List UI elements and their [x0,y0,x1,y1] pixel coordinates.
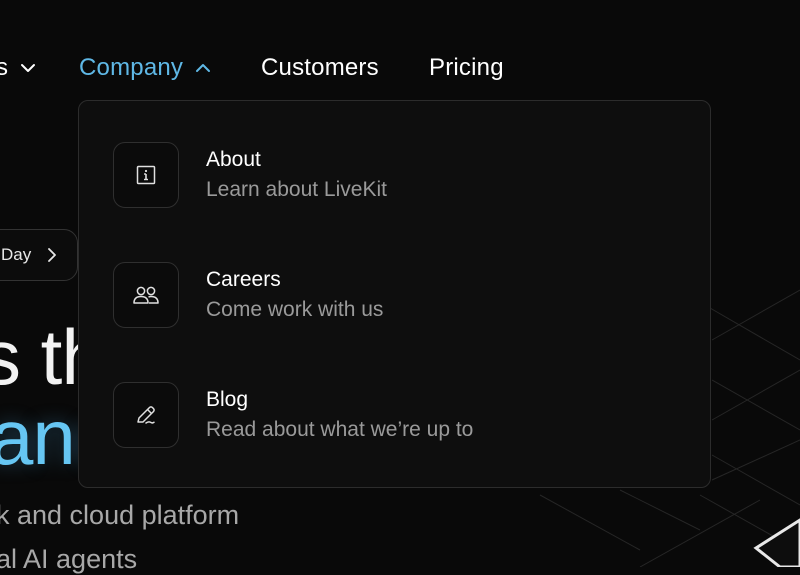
chevron-up-icon [196,64,211,72]
menu-item-blog[interactable]: Blog Read about what we’re up to [113,381,673,449]
nav-item-company[interactable]: Company [79,54,211,82]
menu-item-title: Blog [206,388,249,411]
top-navigation: s Company Customers Pricing [0,0,800,100]
info-icon [113,142,179,208]
menu-item-description: Come work with us [206,298,384,321]
menu-item-description: Learn about LiveKit [206,178,387,201]
announcement-text: Day [1,245,32,264]
menu-item-title: Careers [206,268,281,291]
card-corner-shape [753,518,800,567]
menu-item-description: Read about what we’re up to [206,418,474,441]
company-dropdown-menu: About Learn about LiveKit Careers Come w… [78,100,711,488]
nav-item-label: Pricing [429,54,504,81]
nav-item-products[interactable]: s [0,54,36,82]
chevron-right-icon [48,248,57,262]
menu-item-title: About [206,148,261,171]
nav-item-label: Customers [261,54,379,81]
nav-item-customers[interactable]: Customers [261,54,379,82]
nav-item-pricing[interactable]: Pricing [429,54,504,82]
nav-item-label: Company [79,54,184,81]
pencil-icon [113,382,179,448]
announcement-pill[interactable]: Day [0,229,78,281]
chevron-down-icon [21,64,36,72]
hero-subtitle-line2: al AI agents [0,544,138,574]
menu-item-about[interactable]: About Learn about LiveKit [113,141,673,209]
nav-item-label: s [0,54,9,81]
people-icon [113,262,179,328]
menu-item-careers[interactable]: Careers Come work with us [113,261,673,329]
hero-subtitle-line1: k and cloud platform [0,500,240,530]
